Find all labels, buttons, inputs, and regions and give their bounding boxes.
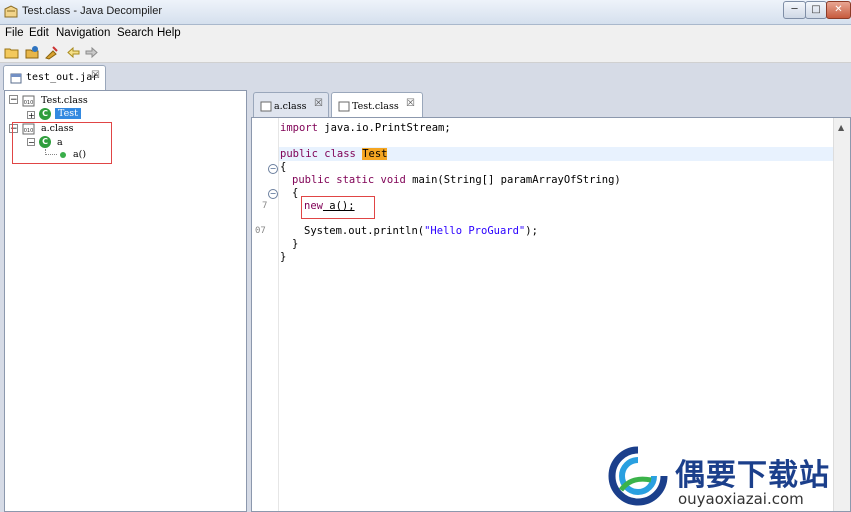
tree-connector — [45, 149, 57, 155]
collapse-toggle-icon[interactable]: − — [9, 124, 18, 134]
open-type-icon[interactable] — [25, 45, 40, 60]
tree-item-a-class[interactable]: a.class — [41, 123, 73, 134]
code-line: { — [280, 161, 287, 173]
tree-item-test-class[interactable]: Test.class — [41, 95, 88, 106]
tree-item-a[interactable]: a — [57, 137, 63, 148]
window-title: Test.class - Java Decompiler — [22, 5, 162, 17]
code-line: { — [292, 187, 299, 199]
app-icon — [4, 5, 18, 18]
editor-tab-strip: a.class ☒ Test.class ☒ — [251, 91, 851, 119]
code-line: public class Test — [280, 148, 388, 160]
menu-file[interactable]: File — [5, 27, 24, 39]
menu-bar: File Edit Navigation Search Help — [0, 25, 851, 43]
menu-navigation[interactable]: Navigation — [56, 27, 110, 39]
watermark-title: 偶要下载站 — [675, 458, 830, 493]
menu-edit[interactable]: Edit — [29, 27, 49, 39]
keyword: import — [280, 122, 318, 134]
forward-arrow-icon[interactable] — [84, 45, 99, 60]
open-file-icon[interactable] — [4, 45, 19, 60]
tree-item-test-selected[interactable]: Test — [55, 108, 81, 119]
fold-toggle-icon[interactable]: − — [268, 189, 278, 199]
class-name: Test — [362, 148, 388, 160]
watermark-logo — [608, 446, 668, 506]
menu-search[interactable]: Search — [117, 27, 153, 39]
code-text: java.io.PrintStream; — [317, 122, 451, 134]
string-literal: "Hello ProGuard" — [424, 225, 526, 237]
line-number: 07 — [255, 226, 266, 236]
tree-item-method-a[interactable]: a() — [73, 149, 86, 160]
class-icon: C — [39, 108, 51, 120]
tab-test-class-label: Test.class — [352, 101, 399, 112]
tab-test-class[interactable]: Test.class ☒ — [331, 92, 423, 119]
class-file-icon: 010 — [22, 95, 35, 107]
close-tab-icon[interactable]: ☒ — [406, 98, 415, 109]
jar-file-icon — [10, 73, 22, 84]
expand-toggle-icon[interactable]: + — [27, 111, 35, 120]
public-method-icon — [60, 152, 66, 158]
minimize-button[interactable]: ─ — [783, 1, 806, 19]
code-text: ); — [525, 225, 538, 237]
line-number: 7 — [262, 201, 268, 211]
close-tab-icon[interactable]: ☒ — [314, 98, 323, 109]
title-bar: Test.class - Java Decompiler ─ □ ✕ — [0, 0, 851, 25]
search-icon[interactable] — [44, 45, 59, 60]
class-file-icon — [260, 101, 272, 112]
code-line: new a(); — [304, 200, 355, 212]
vertical-scrollbar[interactable]: ▲ — [833, 118, 850, 511]
scroll-up-icon[interactable]: ▲ — [838, 123, 844, 132]
method-call[interactable]: a(); — [323, 200, 354, 212]
svg-text:010: 010 — [24, 100, 34, 106]
code-text: System.out.println( — [304, 225, 425, 237]
code-line: } — [292, 238, 299, 250]
code-text: main(String[] paramArrayOfString) — [405, 174, 621, 186]
line-gutter — [252, 118, 279, 511]
class-icon: C — [39, 136, 51, 148]
close-window-button[interactable]: ✕ — [826, 1, 851, 19]
fold-toggle-icon[interactable]: − — [268, 164, 278, 174]
keyword: public class — [280, 148, 356, 160]
jar-tab-strip: test_out.jar ☒ — [0, 63, 851, 90]
collapse-toggle-icon[interactable]: − — [27, 138, 35, 147]
maximize-button[interactable]: □ — [805, 1, 827, 19]
toolbar — [0, 43, 851, 63]
code-line: } — [280, 251, 287, 263]
keyword: public static void — [292, 174, 406, 186]
collapse-toggle-icon[interactable]: − — [9, 95, 18, 105]
keyword: new — [304, 200, 323, 212]
class-file-icon: 010 — [22, 123, 35, 135]
tab-a-class[interactable]: a.class ☒ — [253, 92, 329, 119]
code-line: import java.io.PrintStream; — [280, 122, 451, 134]
svg-text:010: 010 — [24, 128, 34, 134]
jar-tab[interactable]: test_out.jar ☒ — [3, 65, 106, 90]
class-tree: − 010 Test.class + C Test − 010 a.class … — [4, 90, 247, 512]
menu-help[interactable]: Help — [157, 27, 181, 39]
watermark-url: ouyaoxiazai.com — [678, 490, 804, 508]
code-line: public static void main(String[] paramAr… — [292, 174, 621, 186]
jar-tab-label: test_out.jar — [26, 72, 99, 83]
close-tab-icon[interactable]: ☒ — [91, 70, 100, 81]
back-arrow-icon[interactable] — [66, 45, 81, 60]
tab-a-class-label: a.class — [274, 101, 307, 112]
class-file-icon — [338, 101, 350, 112]
code-line: System.out.println("Hello ProGuard"); — [304, 225, 538, 237]
